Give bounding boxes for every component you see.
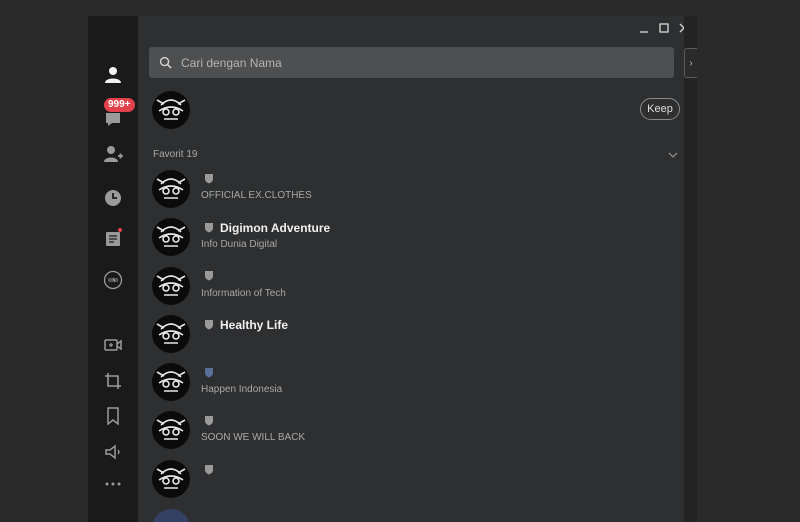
official-shield-icon	[205, 174, 213, 184]
expand-panel-button[interactable]: ›	[684, 48, 697, 78]
contact-avatar	[152, 170, 190, 208]
more-icon[interactable]	[88, 469, 138, 499]
official-shield-icon	[205, 465, 213, 475]
contact-status: OFFICIAL EX.CLOTHES	[201, 190, 312, 201]
line-services-icon[interactable]	[88, 265, 138, 295]
friends-panel: Keep Favorit 19 OFFICIAL EX.CLOTHES Digi…	[138, 16, 684, 522]
contact-status: Info Dunia Digital	[201, 239, 278, 250]
official-shield-icon	[205, 320, 213, 330]
contact-avatar	[152, 460, 190, 498]
timeline-clock-icon[interactable]	[88, 183, 138, 213]
contact-status: Happen Indonesia	[201, 384, 283, 395]
notes-alert-dot	[118, 228, 122, 232]
contact-row[interactable]: Healthy Life	[138, 315, 684, 363]
bookmark-icon[interactable]	[88, 401, 138, 431]
contact-row[interactable]: Happen Indonesia	[138, 363, 684, 411]
official-shield-icon	[205, 416, 213, 426]
video-call-icon[interactable]	[88, 330, 138, 360]
friends-icon[interactable]	[88, 60, 138, 90]
contact-avatar	[152, 363, 190, 401]
search-icon	[159, 56, 172, 69]
contact-avatar	[152, 267, 190, 305]
screenshot-crop-icon[interactable]	[88, 366, 138, 396]
left-nav-bar: 999+	[88, 16, 138, 522]
contact-row[interactable]	[138, 460, 684, 508]
contact-name: Digimon Adventure	[220, 221, 331, 235]
add-friend-icon[interactable]	[88, 139, 138, 169]
contact-row[interactable]: Digimon Adventure Info Dunia Digital	[138, 218, 684, 266]
contact-name: Healthy Life	[220, 318, 289, 332]
contact-avatar	[152, 218, 190, 256]
search-input[interactable]	[181, 55, 661, 70]
search-bar[interactable]	[149, 47, 674, 78]
contact-avatar	[152, 315, 190, 353]
contact-row[interactable]: Information of Tech	[138, 267, 684, 315]
contact-status: SOON WE WILL BACK	[201, 432, 306, 443]
chevron-down-icon[interactable]	[667, 149, 679, 161]
right-panel-strip	[684, 16, 697, 522]
contact-row[interactable]: SOON WE WILL BACK	[138, 411, 684, 459]
minimize-button[interactable]	[637, 21, 651, 35]
speaker-icon[interactable]	[88, 437, 138, 467]
favorites-section-label: Favorit 19	[153, 149, 198, 160]
notes-icon[interactable]	[88, 224, 138, 254]
verified-shield-icon	[205, 368, 213, 378]
maximize-button[interactable]	[657, 21, 671, 35]
official-shield-icon	[205, 271, 213, 281]
contact-avatar-partial	[152, 509, 190, 522]
contact-row[interactable]: OFFICIAL EX.CLOTHES	[138, 170, 684, 218]
chats-icon[interactable]: 999+	[88, 98, 138, 134]
contact-status: Information of Tech	[201, 288, 286, 299]
contact-avatar	[152, 411, 190, 449]
chat-unread-badge: 999+	[104, 98, 135, 112]
official-shield-icon	[205, 223, 213, 233]
my-profile-avatar[interactable]	[152, 91, 190, 129]
keep-button[interactable]: Keep	[640, 98, 680, 120]
